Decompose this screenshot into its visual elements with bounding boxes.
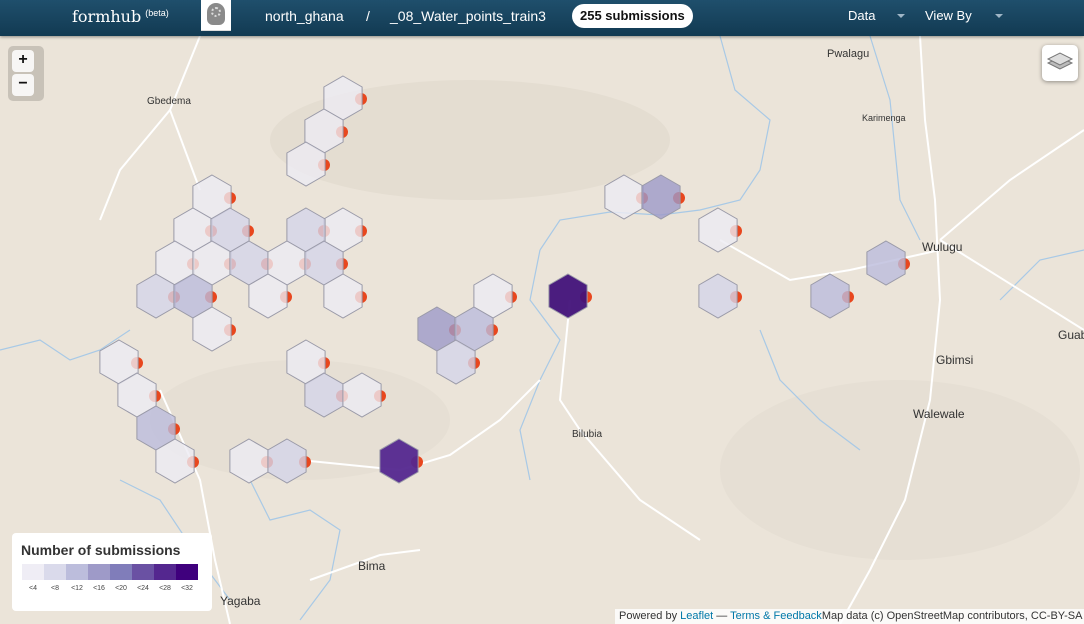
place-label: Karimenga [862,113,906,123]
attribution: Powered by Leaflet — Terms & FeedbackMap… [615,609,1084,624]
brand-logo[interactable]: formhub (beta) [72,7,169,26]
breadcrumb-account[interactable]: north_ghana [265,8,344,24]
legend-swatch [22,564,44,580]
legend-swatch [154,564,176,580]
place-label: Walewale [913,407,965,421]
legend-bin-label: <32 [181,585,193,592]
legend-bin-label: <4 [29,585,37,592]
place-label: Pwalagu [827,48,869,60]
legend-title: Number of submissions [21,542,181,558]
legend-swatch [132,564,154,580]
breadcrumb-separator: / [366,8,370,24]
legend-bin-label: <8 [51,585,59,592]
legend-bin-label: <20 [115,585,127,592]
legend-swatch [88,564,110,580]
terms-link[interactable]: Terms & Feedback [730,610,822,622]
legend-swatch [176,564,198,580]
legend-bin-label: <24 [137,585,149,592]
breadcrumb-form[interactable]: _08_Water_points_train3 [390,8,546,24]
brand-tag: (beta) [145,7,169,18]
data-menu[interactable]: Data [848,8,875,23]
brand-name: formhub [72,7,142,26]
place-label: Gbedema [147,96,191,107]
legend: Number of submissions <4 <8 <12 <16 <20 <24 <2… [12,533,212,611]
caret-down-icon[interactable] [897,14,905,18]
avatar[interactable] [201,0,231,31]
user-avatar-icon [207,3,225,25]
legend-bin-label: <16 [93,585,105,592]
legend-swatch [66,564,88,580]
attribution-powered: Powered by [619,610,678,622]
navbar: formhub (beta) north_ghana / _08_Water_po… [0,0,1084,36]
attribution-osm: Map data (c) OpenStreetMap contributors,… [821,610,1083,622]
submissions-badge: 255 submissions [572,4,693,28]
legend-labels: <4 <8 <12 <16 <20 <24 <28 <32 [22,585,198,592]
legend-bin-label: <12 [71,585,83,592]
place-label: Wulugu [922,240,962,254]
place-label: Bilubia [572,429,602,440]
place-label: Guab [1058,328,1084,342]
legend-swatch [110,564,132,580]
zoom-in-button[interactable]: + [12,50,34,72]
caret-down-icon[interactable] [995,14,1003,18]
legend-swatches [22,564,198,580]
leaflet-link[interactable]: Leaflet [680,610,713,622]
zoom-control: + − [8,46,44,101]
place-label: Bima [358,559,386,573]
view-by-menu[interactable]: View By [925,8,972,23]
attribution-dash: — [716,610,728,622]
zoom-out-button[interactable]: − [12,74,34,96]
place-label: Gbimsi [936,353,973,367]
place-label: Yagaba [220,594,261,608]
layers-icon [1046,52,1074,70]
legend-bin-label: <28 [159,585,171,592]
layers-button[interactable] [1042,45,1078,81]
legend-swatch [44,564,66,580]
